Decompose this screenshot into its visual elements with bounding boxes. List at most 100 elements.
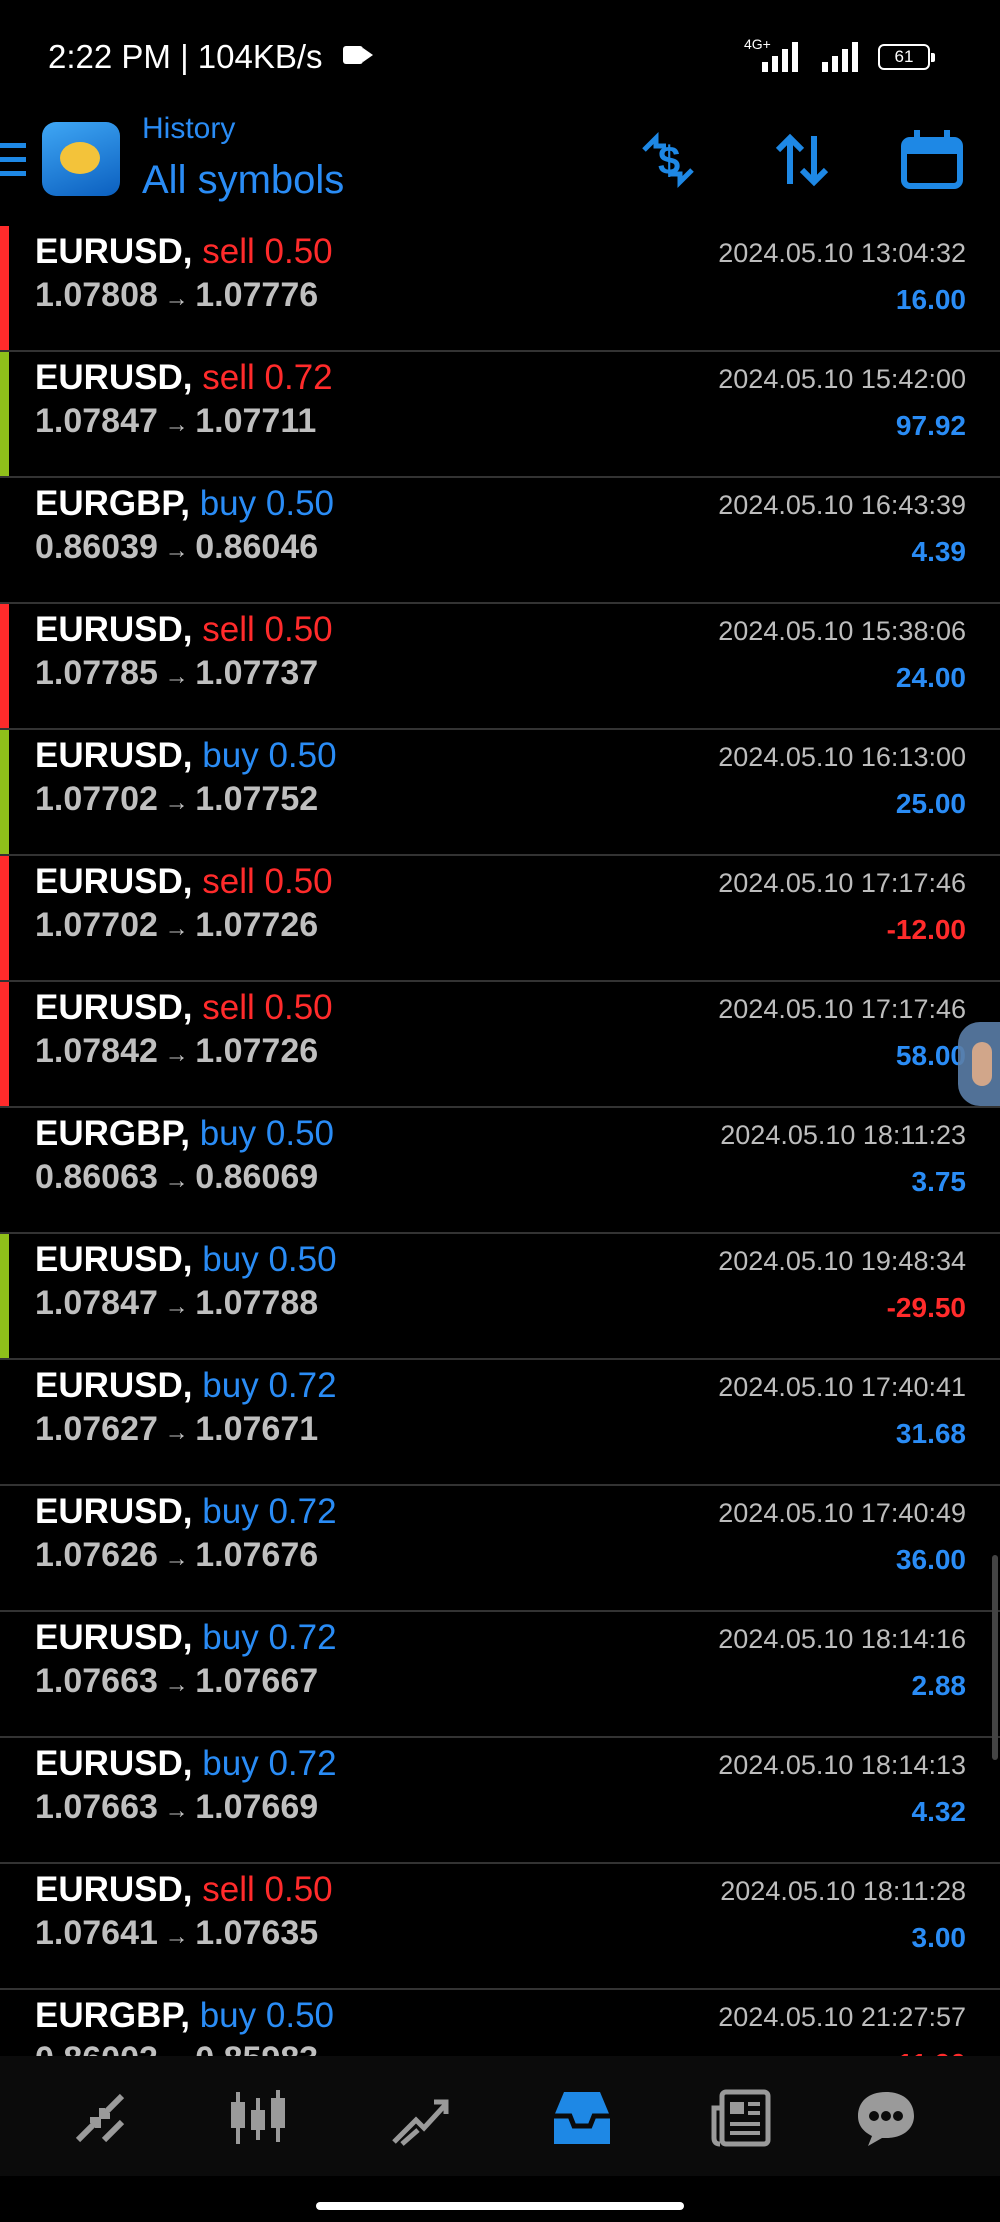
trade-status-bar: [0, 1864, 9, 1988]
trade-row[interactable]: EURUSD, sell 0.50 1.07641 → 1.07635 2024.0…: [0, 1864, 1000, 1990]
trade-prices: 1.07842 → 1.07726: [35, 1032, 318, 1071]
trade-row[interactable]: EURGBP, buy 0.50 0.86002 → 0.85983 2024.05…: [0, 1990, 1000, 2056]
trade-profit: 2.88: [911, 1670, 967, 1701]
trade-symbol: EURUSD,: [35, 358, 193, 397]
trade-row[interactable]: EURGBP, buy 0.50 0.86039 → 0.86046 2024.05…: [0, 478, 1000, 604]
open-price: 1.07808: [35, 276, 158, 314]
trade-history-list[interactable]: EURUSD, sell 0.50 1.07808 → 1.07776 2024.0…: [0, 226, 1000, 2056]
arrow-right-icon: →: [158, 2049, 195, 2056]
trade-row[interactable]: EURUSD, buy 0.72 1.07663 → 1.07669 2024.05…: [0, 1738, 1000, 1864]
trade-volume: 0.72: [268, 1744, 337, 1783]
trade-symbol: EURGBP,: [35, 484, 190, 523]
sort-icon[interactable]: [770, 128, 834, 192]
nav-chart[interactable]: [222, 2082, 294, 2154]
trade-time: 2024.05.10 18:14:16: [718, 1624, 966, 1654]
nav-trade[interactable]: [384, 2082, 456, 2154]
trade-profit: -12.00: [886, 914, 966, 945]
arrow-right-icon: →: [157, 915, 196, 942]
trade-row[interactable]: EURGBP, buy 0.50 0.86063 → 0.86069 2024.05…: [0, 1108, 1000, 1234]
trade-profit: 25.00: [895, 788, 966, 819]
trade-symbol-line: EURUSD, buy 0.50: [35, 1240, 337, 1280]
open-price: 0.86063: [35, 1158, 158, 1196]
trade-volume: 0.50: [264, 988, 333, 1027]
trade-side: buy: [199, 1114, 257, 1153]
trade-symbol-line: EURUSD, sell 0.50: [35, 862, 333, 902]
trade-row[interactable]: EURUSD, buy 0.72 1.07663 → 1.07667 2024.05…: [0, 1612, 1000, 1738]
close-price: 1.07737: [195, 654, 319, 692]
trade-profit: 31.68: [895, 1418, 966, 1449]
trade-row[interactable]: EURUSD, sell 0.50 1.07785 → 1.07737 2024.0…: [0, 604, 1000, 730]
trade-symbol: EURUSD,: [35, 988, 193, 1027]
trade-row[interactable]: EURUSD, sell 0.50 1.07702 → 1.07726 2024.0…: [0, 856, 1000, 982]
close-price: 0.86046: [195, 528, 319, 566]
arrow-right-icon: →: [157, 1293, 196, 1320]
nav-history[interactable]: [546, 2082, 618, 2154]
trade-row[interactable]: EURUSD, sell 0.50 1.07808 → 1.07776 2024.0…: [0, 226, 1000, 352]
trade-prices: 1.07663 → 1.07669: [35, 1788, 318, 1827]
scrollbar[interactable]: [992, 1555, 998, 1760]
trade-row[interactable]: EURUSD, sell 0.50 1.07842 → 1.07726 2024.0…: [0, 982, 1000, 1108]
trade-side: buy: [202, 1492, 259, 1531]
trade-time: 2024.05.10 18:14:13: [718, 1750, 966, 1780]
trade-time: 2024.05.10 13:04:32: [718, 238, 966, 268]
trade-volume: 0.50: [264, 610, 333, 649]
trade-side: sell: [202, 358, 255, 397]
trade-status-bar: [0, 730, 9, 854]
trade-side: buy: [199, 484, 257, 523]
open-price: 1.07702: [35, 780, 158, 818]
calendar-icon[interactable]: [900, 128, 964, 192]
trade-side: sell: [202, 862, 255, 901]
assistive-touch-button[interactable]: [958, 1022, 1000, 1106]
menu-icon[interactable]: [0, 143, 26, 179]
arrow-right-icon: →: [157, 411, 196, 438]
trade-prices: 1.07702 → 1.07726: [35, 906, 318, 945]
nav-news[interactable]: [706, 2082, 778, 2154]
open-price: 1.07847: [35, 1284, 158, 1322]
candlestick-icon: [231, 2090, 285, 2144]
trade-volume: 0.50: [268, 736, 337, 775]
trade-row[interactable]: EURUSD, buy 0.72 1.07627 → 1.07671 2024.05…: [0, 1360, 1000, 1486]
trade-prices: 0.86002 → 0.85983: [35, 2040, 318, 2056]
trade-row[interactable]: EURUSD, buy 0.50 1.07702 → 1.07752 2024.05…: [0, 730, 1000, 856]
trade-row[interactable]: EURUSD, buy 0.72 1.07626 → 1.07676 2024.05…: [0, 1486, 1000, 1612]
trade-volume: 0.50: [265, 484, 334, 523]
trade-status-bar: [0, 352, 9, 476]
trade-prices: 0.86039 → 0.86046: [35, 528, 318, 567]
trade-row[interactable]: EURUSD, sell 0.72 1.07847 → 1.07711 2024.0…: [0, 352, 1000, 478]
trade-status-bar: [0, 1990, 9, 2056]
close-price: 1.07676: [195, 1536, 319, 1574]
trade-symbol: EURUSD,: [35, 1492, 193, 1531]
trade-prices: 1.07808 → 1.07776: [35, 276, 318, 315]
newspaper-icon: [711, 2089, 771, 2147]
trade-status-bar: [0, 1738, 9, 1862]
trade-symbol: EURUSD,: [35, 1240, 193, 1279]
trade-time: 2024.05.10 18:11:28: [720, 1876, 966, 1906]
trade-time: 2024.05.10 18:11:23: [720, 1120, 966, 1150]
open-price: 1.07785: [35, 654, 158, 692]
trade-trend-icon: [392, 2099, 449, 2146]
symbol-filter[interactable]: All symbols: [142, 158, 344, 203]
trade-row[interactable]: EURUSD, buy 0.50 1.07847 → 1.07788 2024.05…: [0, 1234, 1000, 1360]
trade-prices: 1.07641 → 1.07635: [35, 1914, 318, 1953]
trade-prices: 1.07702 → 1.07752: [35, 780, 318, 819]
home-indicator[interactable]: [316, 2202, 684, 2210]
inbox-history-icon: [554, 2092, 610, 2144]
open-price: 1.07626: [35, 1536, 158, 1574]
nav-quotes[interactable]: [64, 2082, 136, 2154]
close-price: 1.07776: [195, 276, 319, 314]
trade-status-bar: [0, 1612, 9, 1736]
close-price: 1.07635: [195, 1914, 319, 1952]
trade-side: buy: [202, 1366, 259, 1405]
close-price: 0.86069: [195, 1158, 319, 1196]
trade-symbol-line: EURUSD, buy 0.72: [35, 1492, 337, 1532]
trade-time: 2024.05.10 17:17:46: [718, 994, 966, 1024]
open-price: 1.07641: [35, 1914, 158, 1952]
currency-exchange-icon[interactable]: $: [636, 128, 700, 192]
trade-status-bar: [0, 1108, 9, 1232]
trade-profit: -11.90: [888, 2048, 966, 2056]
signal-icon: [820, 40, 866, 72]
trade-time: 2024.05.10 19:48:34: [718, 1246, 966, 1276]
trade-time: 2024.05.10 21:27:57: [718, 2002, 966, 2032]
arrow-right-icon: →: [157, 1797, 196, 1824]
nav-messages[interactable]: [850, 2082, 922, 2154]
